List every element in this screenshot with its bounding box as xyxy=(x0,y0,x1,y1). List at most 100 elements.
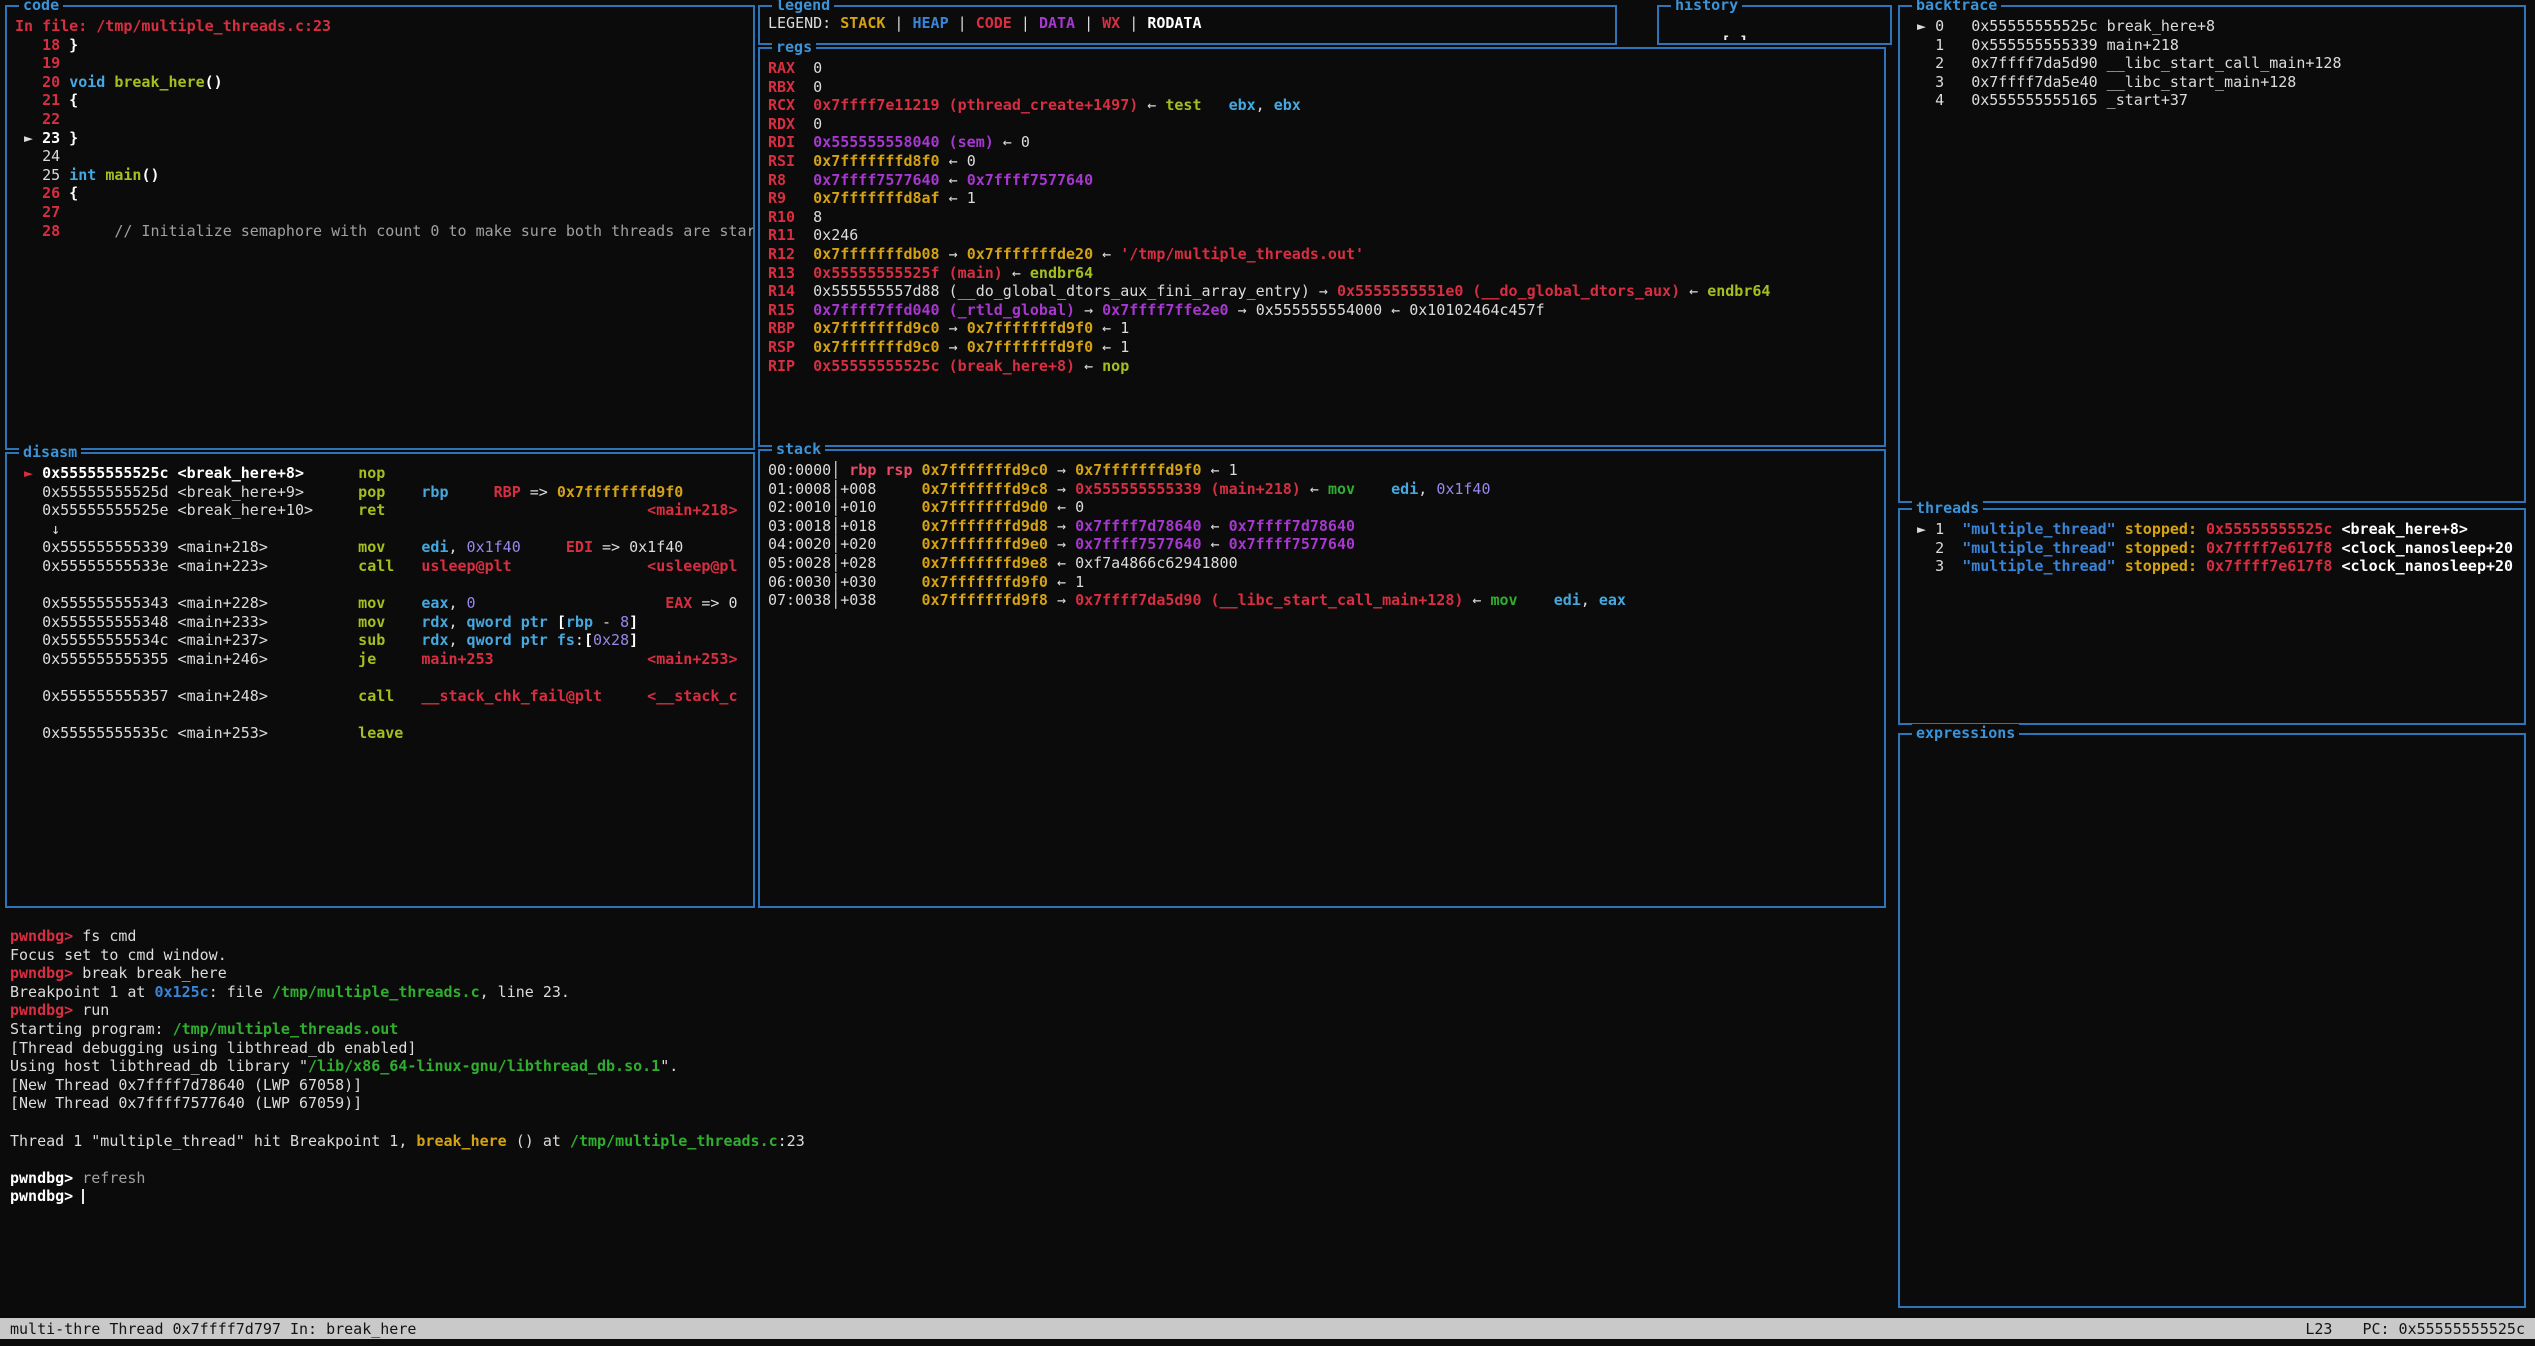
text-line xyxy=(10,1150,2520,1169)
text-segment: [New Thread 0x7ffff7577640 (LWP 67059)] xyxy=(10,1094,362,1112)
text-segment: │ xyxy=(831,480,840,498)
text-segment: ← xyxy=(1463,591,1490,609)
text-segment: ebx xyxy=(1229,96,1256,114)
text-segment: Thread 1 "multiple_thread" hit Breakpoin… xyxy=(10,1132,416,1150)
text-segment: │ xyxy=(831,461,849,479)
text-segment: run xyxy=(82,1001,109,1019)
text-segment: mov xyxy=(358,613,385,631)
text-segment: 0x7ffff7da5e40 __libc_start_main+128 xyxy=(1971,73,2296,91)
text-segment: nop xyxy=(1102,357,1129,375)
text-segment: | xyxy=(1012,14,1039,32)
text-segment: () xyxy=(205,73,223,91)
text-segment: 0x1f40 xyxy=(629,538,683,556)
text-segment: RODATA xyxy=(1147,14,1201,32)
text-line: RSP 0x7fffffffd9c0 → 0x7fffffffd9f0 ← 1 xyxy=(768,338,1884,357)
text-segment: 18 xyxy=(15,36,60,54)
text-segment xyxy=(602,687,647,705)
text-segment: 0x7fffffffd8f0 xyxy=(813,152,939,170)
text-segment: 0x7fffffffd9c0 xyxy=(922,461,1048,479)
text-segment: 0x55555555525c xyxy=(2206,520,2332,538)
history-back-button[interactable]: [←] xyxy=(1721,33,1748,40)
text-segment xyxy=(876,554,921,572)
text-segment: 0x7ffff7da5d90 (__libc_start_call_main+1… xyxy=(1075,591,1463,609)
text-segment xyxy=(2332,520,2341,538)
text-line: In file: /tmp/multiple_threads.c:23 xyxy=(15,17,753,36)
text-segment: ← xyxy=(1202,517,1229,535)
text-line: 28 // Initialize semaphore with count 0 … xyxy=(15,222,753,241)
text-segment: 0x7ffff7e11219 (pthread_create+1497) xyxy=(813,96,1138,114)
text-line: 27 xyxy=(15,203,753,222)
panel-stack[interactable]: stack 00:0000│ rbp rsp 0x7fffffffd9c0 → … xyxy=(758,449,1886,908)
text-segment: WX xyxy=(1102,14,1120,32)
text-segment: => xyxy=(593,538,629,556)
text-segment: [Thread debugging using libthread_db ena… xyxy=(10,1039,416,1057)
text-segment: 0x7ffff7da5d90 __libc_start_call_main+12… xyxy=(1971,54,2341,72)
panel-regs[interactable]: regs RAX 0RBX 0RCX 0x7ffff7e11219 (pthre… xyxy=(758,47,1886,447)
text-line: RDX 0 xyxy=(768,115,1884,134)
text-segment xyxy=(795,152,813,170)
text-segment: ← xyxy=(1003,264,1030,282)
text-segment: 0x7fffffffd9e0 xyxy=(922,535,1048,553)
panel-threads[interactable]: threads ► 1 "multiple_thread" stopped: 0… xyxy=(1898,508,2526,725)
text-segment: , xyxy=(448,538,466,556)
text-segment xyxy=(494,650,648,668)
text-segment: 0x7fffffffd9e8 xyxy=(922,554,1048,572)
text-segment: 3 xyxy=(1908,73,1971,91)
text-segment: usleep@plt xyxy=(421,557,511,575)
panel-code[interactable]: code In file: /tmp/multiple_threads.c:23… xyxy=(5,5,755,450)
text-segment: call xyxy=(358,557,394,575)
text-segment: () at xyxy=(507,1132,570,1150)
text-line: pwndbg> refresh xyxy=(10,1169,2520,1188)
legend-row: LEGEND: STACK | HEAP | CODE | DATA | WX … xyxy=(760,7,1615,40)
text-segment: 24 xyxy=(15,147,60,165)
text-segment: 0x7ffff7d78640 xyxy=(1229,517,1355,535)
text-segment: 0 xyxy=(467,594,476,612)
text-segment: 0x7fffffffdb08 xyxy=(813,245,939,263)
text-segment xyxy=(795,96,813,114)
text-segment: ► 0 xyxy=(1908,17,1971,35)
text-segment: int xyxy=(69,166,96,184)
text-segment: +028 xyxy=(840,554,876,572)
text-segment xyxy=(521,538,566,556)
text-segment: pwndbg> xyxy=(10,1169,82,1187)
text-line: 2 0x7ffff7da5d90 __libc_start_call_main+… xyxy=(1908,54,2524,73)
text-segment: stopped: xyxy=(2125,557,2197,575)
text-segment: qword ptr xyxy=(467,613,557,631)
panel-disasm[interactable]: disasm ► 0x55555555525c <break_here+8> n… xyxy=(5,452,755,908)
text-segment: fs xyxy=(557,631,575,649)
text-segment: R15 xyxy=(768,301,795,319)
text-line xyxy=(15,706,753,725)
gdb-terminal[interactable]: pwndbg> fs cmdFocus set to cmd window.pw… xyxy=(10,927,2520,1206)
panel-backtrace[interactable]: backtrace ► 0 0x55555555525c break_here+… xyxy=(1898,5,2526,503)
text-segment: In file: /tmp/multiple_threads.c:23 xyxy=(15,17,331,35)
text-segment: 27 xyxy=(15,203,60,221)
text-segment: edi xyxy=(421,538,448,556)
text-segment: pwndbg> xyxy=(10,1187,82,1205)
text-segment: ← xyxy=(1202,535,1229,553)
text-line: Focus set to cmd window. xyxy=(10,946,2520,965)
text-segment: ► xyxy=(15,464,42,482)
text-segment: 0x55555555535c <main+253> xyxy=(15,724,358,742)
text-segment: , xyxy=(448,613,466,631)
text-segment: RDX xyxy=(768,115,795,133)
text-line: [New Thread 0x7ffff7577640 (LWP 67059)] xyxy=(10,1094,2520,1113)
text-segment: 04:0020 xyxy=(768,535,831,553)
text-segment: 0x55555555525c (break_here+8) xyxy=(813,357,1075,375)
text-segment xyxy=(795,115,813,133)
text-segment: <clock_nanosleep+20 xyxy=(2342,539,2514,557)
text-line: ► 0 0x55555555525c break_here+8 xyxy=(1908,17,2524,36)
text-segment: R11 xyxy=(768,226,795,244)
text-line: Using host libthread_db library "/lib/x8… xyxy=(10,1057,2520,1076)
text-segment xyxy=(876,517,921,535)
text-segment: | xyxy=(949,14,976,32)
text-segment: 06:0030 xyxy=(768,573,831,591)
text-segment: 0x7fffffffd9c8 xyxy=(922,480,1048,498)
text-segment: | xyxy=(1120,14,1147,32)
text-segment: 0x7ffff7ffd040 (_rtld_global) xyxy=(813,301,1075,319)
text-segment: edi xyxy=(1554,591,1581,609)
text-line: 18 } xyxy=(15,36,753,55)
terminal-cursor xyxy=(82,1189,84,1204)
text-segment xyxy=(876,535,921,553)
text-segment: 0x7fffffffd9d0 xyxy=(922,498,1048,516)
text-segment: ← xyxy=(1680,282,1707,300)
